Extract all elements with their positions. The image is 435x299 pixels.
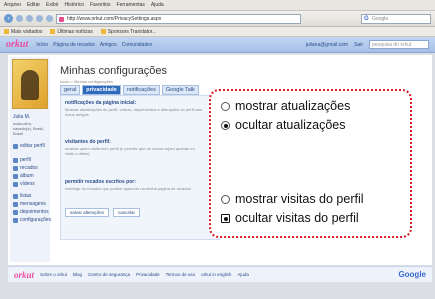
- sidebar-item-profile[interactable]: perfil: [13, 157, 31, 163]
- nav-amigos[interactable]: Amigos: [100, 42, 117, 48]
- footer: orkut Sobre o orkut Blog Centro de segur…: [8, 266, 432, 282]
- orkut-header: orkut Início Página de recados Amigos Co…: [0, 37, 435, 53]
- menu-ajuda[interactable]: Ajuda: [151, 2, 164, 8]
- browser-menubar: Arquivo Editar Exibir Histórico Favorito…: [0, 0, 435, 11]
- cancel-button[interactable]: cancelar: [113, 208, 141, 217]
- favicon-icon: [59, 16, 64, 22]
- bookmark-icon: [50, 29, 56, 34]
- section-title: notificações da página inicial:: [65, 100, 137, 106]
- bookmarks-bar: Mais visitados Últimas notícias Sponsors…: [0, 27, 435, 37]
- nav-comunidades[interactable]: Comunidades: [122, 42, 153, 48]
- section-title: visitantes do perfil:: [65, 139, 111, 145]
- orkut-search-input[interactable]: pesquisa do orkut: [369, 40, 429, 49]
- orkut-logo[interactable]: orkut: [6, 39, 28, 50]
- message-icon: [13, 201, 18, 207]
- option-hide-updates[interactable]: ocultar atualizações: [221, 118, 345, 132]
- bookmark-item[interactable]: Últimas notícias: [50, 29, 93, 35]
- sidebar-item-videos[interactable]: vídeos: [13, 181, 35, 187]
- google-logo: Google: [398, 270, 426, 279]
- list-icon: [13, 193, 18, 199]
- tab-geral[interactable]: geral: [60, 85, 81, 95]
- url-bar[interactable]: http://www.orkut.com/PrivacySettings.asp…: [56, 13, 301, 24]
- profile-name[interactable]: Julia M.: [13, 114, 30, 120]
- avatar[interactable]: [12, 59, 48, 109]
- sidebar-item-edit-profile[interactable]: editar perfil: [13, 143, 45, 149]
- section-desc: Mostrar atualizações do perfil, vídeos, …: [65, 107, 203, 117]
- testimonial-icon: [13, 209, 18, 215]
- radio-show-visits[interactable]: [221, 194, 230, 204]
- browser-search-placeholder: Google: [372, 15, 389, 22]
- breadcrumb[interactable]: Início > Minhas configurações: [60, 79, 113, 84]
- forward-icon[interactable]: [16, 15, 23, 22]
- footer-link[interactable]: Centro de segurança: [88, 272, 130, 277]
- footer-link[interactable]: Termos de uso: [166, 272, 196, 277]
- section-desc: mostrar quem visita meu perfil (e permit…: [65, 146, 195, 156]
- reload-icon[interactable]: [26, 15, 33, 22]
- option-label: ocultar visitas do perfil: [235, 211, 359, 225]
- section-desc: restringir os recados que podem aparecer…: [65, 186, 191, 191]
- section-title: permitir recados escritos por:: [65, 179, 136, 185]
- video-icon: [13, 181, 18, 187]
- options-callout: mostrar atualizações ocultar atualizaçõe…: [209, 89, 412, 238]
- menu-ferramentas[interactable]: Ferramentas: [117, 2, 145, 8]
- sidebar-item-testimonials[interactable]: depoimentos: [13, 209, 49, 215]
- menu-arquivo[interactable]: Arquivo: [4, 2, 21, 8]
- tab-privacidade[interactable]: privacidade: [82, 85, 121, 95]
- google-search-icon: G: [364, 15, 369, 22]
- url-text: http://www.orkut.com/PrivacySettings.asp…: [67, 15, 162, 22]
- back-icon[interactable]: ‹: [4, 14, 13, 23]
- orkut-nav: Início Página de recados Amigos Comunida…: [36, 42, 152, 48]
- footer-logo[interactable]: orkut: [14, 270, 34, 280]
- bookmark-item[interactable]: Mais visitados: [4, 29, 42, 35]
- browser-navbar: ‹ http://www.orkut.com/PrivacySettings.a…: [0, 11, 435, 27]
- edit-icon: [13, 143, 18, 149]
- privacy-panel: notificações da página inicial: Mostrar …: [60, 95, 220, 240]
- sidebar-item-messages[interactable]: mensagens: [13, 201, 46, 207]
- option-label: ocultar atualizações: [235, 118, 346, 132]
- settings-tabs: geral privacidade notificações Google Ta…: [60, 85, 199, 95]
- menu-historico[interactable]: Histórico: [65, 2, 84, 8]
- radio-show-updates[interactable]: [221, 101, 230, 111]
- sidebar-item-settings[interactable]: configurações: [13, 217, 51, 223]
- option-hide-visits[interactable]: ocultar visitas do perfil: [221, 211, 359, 225]
- avatar-figure: [21, 70, 39, 100]
- footer-link[interactable]: Privacidade: [136, 272, 160, 277]
- footer-link[interactable]: Sobre o orkut: [40, 272, 67, 277]
- option-label: mostrar visitas do perfil: [235, 192, 364, 206]
- tab-notificacoes[interactable]: notificações: [122, 85, 160, 95]
- scraps-icon: [13, 165, 18, 171]
- menu-exibir[interactable]: Exibir: [46, 2, 59, 8]
- footer-link[interactable]: Blog: [73, 272, 82, 277]
- user-email[interactable]: juliana@gmail.com: [306, 42, 348, 48]
- settings-icon: [13, 217, 18, 223]
- menu-editar[interactable]: Editar: [27, 2, 40, 8]
- footer-link[interactable]: orkut in english: [201, 272, 231, 277]
- bookmark-icon: [4, 29, 9, 34]
- radio-hide-updates[interactable]: [221, 120, 230, 130]
- profile-info: masculino, casado(a), Brasil, Brasil: [13, 121, 45, 136]
- tab-google-talk[interactable]: Google Talk: [161, 85, 199, 95]
- profile-icon: [13, 157, 18, 163]
- sidebar-item-album[interactable]: álbum: [13, 173, 34, 179]
- save-button[interactable]: salvar alterações: [65, 208, 110, 217]
- option-show-updates[interactable]: mostrar atualizações: [221, 99, 350, 113]
- home-icon[interactable]: [46, 15, 53, 22]
- menu-favoritos[interactable]: Favoritos: [90, 2, 111, 8]
- bookmark-item[interactable]: Sponsors Translator...: [100, 29, 156, 35]
- option-label: mostrar atualizações: [235, 99, 351, 113]
- footer-link[interactable]: Ajuda: [237, 272, 249, 277]
- nav-recados[interactable]: Página de recados: [53, 42, 95, 48]
- stop-icon[interactable]: [36, 15, 43, 22]
- browser-search-input[interactable]: G Google: [361, 13, 431, 24]
- album-icon: [13, 173, 18, 179]
- sidebar-item-lists[interactable]: listas: [13, 193, 31, 199]
- page-title: Minhas configurações: [60, 65, 168, 77]
- sair-link[interactable]: Sair: [354, 42, 363, 48]
- option-show-visits[interactable]: mostrar visitas do perfil: [221, 192, 364, 206]
- bookmark-icon: [100, 29, 106, 34]
- nav-inicio[interactable]: Início: [36, 42, 48, 48]
- sidebar: Julia M. masculino, casado(a), Brasil, B…: [10, 57, 51, 262]
- radio-hide-visits[interactable]: [221, 213, 230, 223]
- sidebar-item-scraps[interactable]: recados: [13, 165, 38, 171]
